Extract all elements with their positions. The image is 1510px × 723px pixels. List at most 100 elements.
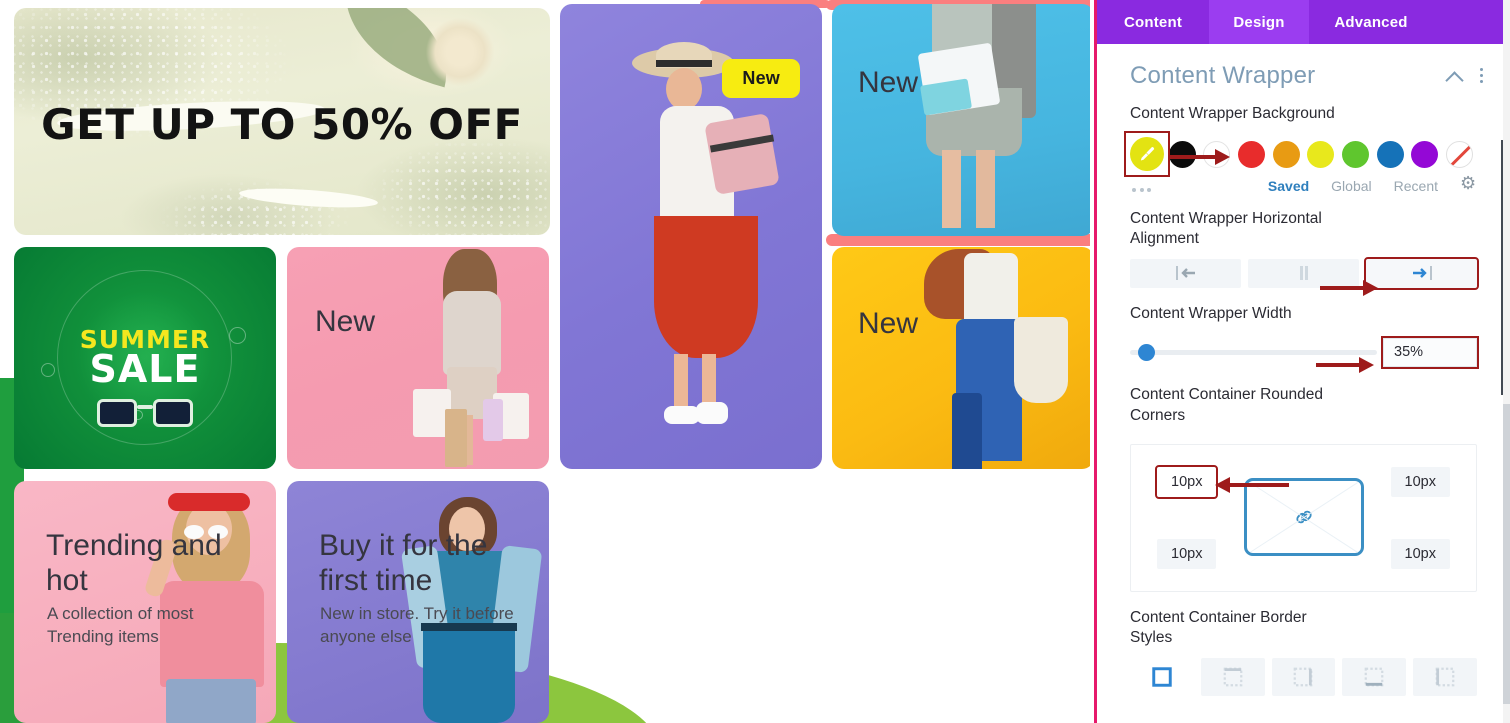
alignment-button-group bbox=[1130, 256, 1479, 290]
card-label-yellow-new: New bbox=[858, 307, 919, 340]
width-input[interactable] bbox=[1383, 337, 1477, 367]
border-right-icon bbox=[1294, 667, 1313, 687]
align-left-icon bbox=[1175, 266, 1195, 281]
border-top-icon bbox=[1223, 667, 1243, 687]
align-right-icon bbox=[1412, 266, 1432, 281]
settings-tabs: Content Design Advanced bbox=[1097, 0, 1510, 44]
gear-icon[interactable] bbox=[1460, 173, 1477, 195]
swatch-none[interactable] bbox=[1446, 141, 1474, 169]
model-photo-trending bbox=[124, 481, 276, 723]
corner-top-right-input[interactable]: 10px bbox=[1390, 466, 1450, 497]
border-top-button[interactable] bbox=[1200, 657, 1265, 696]
corner-bottom-right-input[interactable]: 10px bbox=[1390, 538, 1450, 569]
label-content-wrapper-width: Content Wrapper Width bbox=[1130, 304, 1292, 322]
label-border-styles: Content Container Border Styles bbox=[1130, 608, 1307, 647]
tab-content[interactable]: Content bbox=[1097, 0, 1209, 44]
model-photo-blue bbox=[896, 4, 1076, 236]
border-all-button[interactable] bbox=[1130, 657, 1194, 696]
promo-card-banner[interactable]: GET UP TO 50% OFF bbox=[14, 8, 550, 235]
model-photo-pink bbox=[395, 247, 549, 469]
promo-card-yellow-jeans[interactable]: New bbox=[832, 247, 1090, 469]
swatch-slot-none[interactable] bbox=[1442, 134, 1477, 176]
align-center-button[interactable] bbox=[1248, 258, 1359, 288]
swatch-slot-blue[interactable] bbox=[1373, 134, 1408, 176]
align-right-button[interactable] bbox=[1364, 256, 1479, 290]
summer-sale-line-2: SALE bbox=[89, 347, 201, 391]
swatch-blue[interactable] bbox=[1376, 141, 1404, 169]
border-left-button[interactable] bbox=[1413, 657, 1477, 696]
swatch-slot-red[interactable] bbox=[1234, 134, 1269, 176]
swatch-orange[interactable] bbox=[1272, 141, 1300, 169]
section-title: Content Wrapper bbox=[1130, 62, 1316, 89]
swatch-purple[interactable] bbox=[1411, 141, 1439, 169]
promo-card-purple-travel[interactable]: New bbox=[560, 4, 822, 469]
swatch-black[interactable] bbox=[1168, 141, 1196, 169]
card-title-trending: Trending and hot bbox=[46, 529, 222, 597]
swatch-green[interactable] bbox=[1342, 141, 1370, 169]
tier-global[interactable]: Global bbox=[1331, 178, 1371, 194]
tier-recent[interactable]: Recent bbox=[1394, 178, 1438, 194]
width-slider-track[interactable] bbox=[1130, 343, 1377, 361]
corners-link-toggle[interactable] bbox=[1243, 477, 1364, 556]
border-right-button[interactable] bbox=[1271, 657, 1336, 696]
swatch-selected-eyedropper[interactable] bbox=[1130, 137, 1164, 171]
model-photo-yellow bbox=[902, 247, 1090, 469]
promo-card-blue-shopper[interactable]: New bbox=[832, 4, 1090, 236]
eyedropper-icon bbox=[1140, 147, 1155, 161]
label-rounded-corners: Content Container Rounded Corners bbox=[1130, 386, 1324, 425]
color-tier-row: Saved Global Recent bbox=[1151, 173, 1477, 195]
swatch-slot-green[interactable] bbox=[1338, 134, 1373, 176]
corner-bottom-left-input[interactable]: 10px bbox=[1157, 538, 1217, 569]
selected-color-swatch-highlight[interactable] bbox=[1124, 131, 1170, 177]
divi-module-settings-screen: GET UP TO 50% OFF SUMMER SALE New New Ne… bbox=[0, 0, 1510, 723]
width-slider-knob[interactable] bbox=[1138, 343, 1155, 361]
banner-headline: GET UP TO 50% OFF bbox=[41, 100, 523, 149]
swatch-slot-yellow[interactable] bbox=[1304, 134, 1339, 176]
rounded-corners-control: 10px 10px 10px 10px bbox=[1130, 443, 1477, 592]
model-photo-purple bbox=[614, 40, 794, 460]
kebab-menu-icon[interactable] bbox=[1474, 66, 1490, 86]
promo-card-pink-new[interactable]: New bbox=[287, 247, 549, 469]
tab-advanced[interactable]: Advanced bbox=[1309, 0, 1433, 44]
chevron-up-icon[interactable] bbox=[1446, 67, 1464, 85]
swatch-yellow[interactable] bbox=[1307, 141, 1335, 169]
swatch-white[interactable] bbox=[1203, 141, 1231, 169]
label-content-wrapper-background: Content Wrapper Background bbox=[1130, 105, 1335, 122]
label-horizontal-alignment: Content Wrapper Horizontal Alignment bbox=[1130, 209, 1322, 248]
promo-card-trending[interactable]: Trending and hot A collection of most Tr… bbox=[14, 481, 276, 723]
swatch-slot-orange[interactable] bbox=[1269, 134, 1304, 176]
card-label-blue-new: New bbox=[858, 66, 919, 99]
promo-card-buy-first-time[interactable]: Buy it for the first time New in store. … bbox=[287, 481, 549, 723]
card-title-buy: Buy it for the first time bbox=[319, 529, 488, 597]
corner-top-left-input[interactable]: 10px bbox=[1154, 464, 1219, 499]
swatch-slot-purple[interactable] bbox=[1408, 134, 1443, 176]
badge-new-purple: New bbox=[722, 59, 800, 98]
card-subtitle-trending: A collection of most Trending items bbox=[47, 604, 194, 646]
website-preview-canvas: GET UP TO 50% OFF SUMMER SALE New New Ne… bbox=[0, 0, 1090, 723]
width-slider-row bbox=[1130, 333, 1479, 371]
color-swatch-row bbox=[1130, 134, 1477, 176]
swatch-slot-white[interactable] bbox=[1199, 134, 1234, 176]
border-bottom-icon bbox=[1364, 667, 1384, 687]
card-subtitle-buy: New in store. Try it before anyone else bbox=[320, 604, 514, 646]
field-horizontal-alignment: Content Wrapper Horizontal Alignment bbox=[1097, 195, 1510, 290]
tier-saved[interactable]: Saved bbox=[1268, 178, 1309, 194]
page-scrollbar-track[interactable] bbox=[1503, 0, 1510, 723]
sunglasses-icon bbox=[97, 399, 193, 427]
card-label-pink-new: New bbox=[315, 305, 376, 338]
field-border-styles: Content Container Border Styles bbox=[1097, 592, 1510, 696]
field-content-wrapper-width: Content Wrapper Width bbox=[1097, 288, 1510, 372]
page-scrollbar-thumb[interactable] bbox=[1503, 404, 1510, 704]
border-style-button-group bbox=[1130, 657, 1477, 696]
more-colors-icon[interactable] bbox=[1130, 178, 1151, 193]
align-center-icon bbox=[1299, 266, 1308, 281]
swatch-red[interactable] bbox=[1237, 141, 1265, 169]
settings-panel: Content Design Advanced Content Wrapper … bbox=[1094, 0, 1510, 723]
tab-design[interactable]: Design bbox=[1209, 0, 1309, 44]
promo-card-grid: GET UP TO 50% OFF SUMMER SALE New New Ne… bbox=[0, 0, 1090, 723]
border-left-icon bbox=[1435, 667, 1455, 687]
align-left-button[interactable] bbox=[1130, 258, 1241, 288]
border-all-icon bbox=[1152, 667, 1172, 687]
promo-card-summer-sale[interactable]: SUMMER SALE bbox=[14, 247, 276, 469]
border-bottom-button[interactable] bbox=[1342, 657, 1407, 696]
